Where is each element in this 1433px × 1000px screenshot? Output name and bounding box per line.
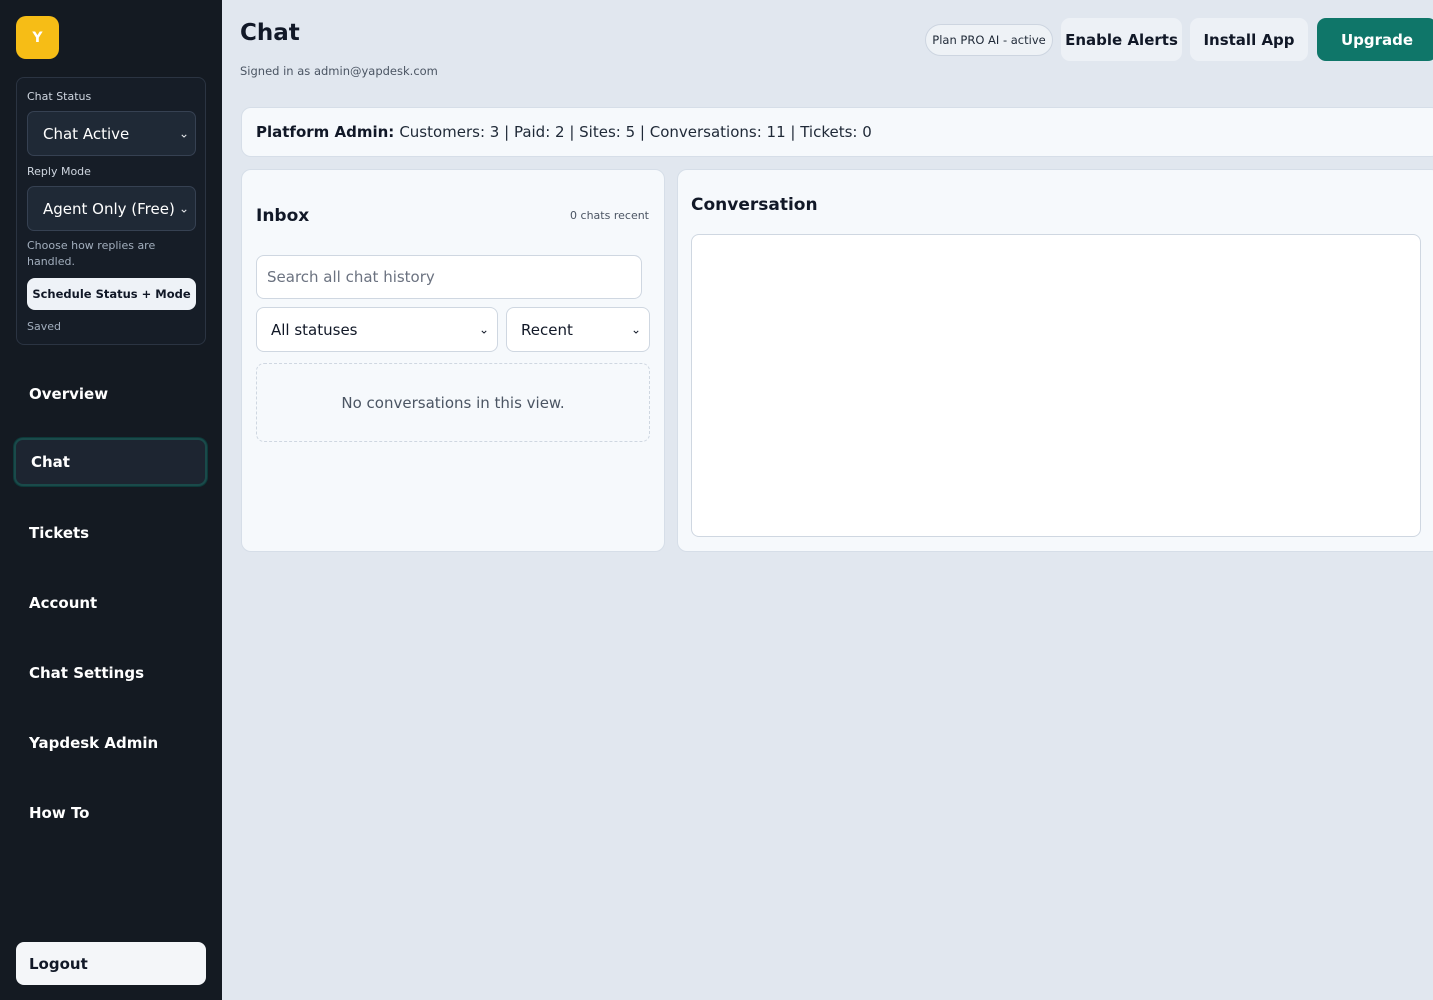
chevron-down-icon: ⌄ (178, 200, 189, 215)
install-app-button[interactable]: Install App (1190, 18, 1308, 61)
stats-text: Customers: 3 | Paid: 2 | Sites: 5 | Conv… (399, 123, 872, 141)
chevron-down-icon: ⌄ (478, 321, 489, 336)
chat-status-value: Chat Active (43, 124, 130, 143)
page-title: Chat (240, 20, 300, 46)
logout-button[interactable]: Logout (16, 942, 206, 985)
reply-mode-select[interactable]: Agent Only (Free) ⌄ (27, 186, 196, 231)
recent-chats-count: 0 chats recent (570, 209, 649, 222)
search-input[interactable] (256, 255, 642, 299)
status-filter-select[interactable]: All statuses ⌄ (256, 307, 498, 352)
sidebar-item-account[interactable]: Account (14, 579, 207, 627)
saved-status: Saved (27, 320, 61, 333)
sidebar-item-yapdesk-admin[interactable]: Yapdesk Admin (14, 719, 207, 767)
empty-inbox-message: No conversations in this view. (256, 363, 650, 442)
sort-filter-value: Recent (521, 320, 573, 339)
chat-status-card: Chat Status Chat Active ⌄ Reply Mode Age… (16, 77, 206, 345)
inbox-title: Inbox (256, 206, 310, 226)
chat-status-select[interactable]: Chat Active ⌄ (27, 111, 196, 156)
status-filter-value: All statuses (271, 320, 358, 339)
chat-status-label: Chat Status (27, 90, 92, 103)
upgrade-button[interactable]: Upgrade (1317, 18, 1433, 61)
schedule-status-button[interactable]: Schedule Status + Mode (27, 278, 196, 310)
sidebar-item-chat-settings[interactable]: Chat Settings (14, 649, 207, 697)
enable-alerts-button[interactable]: Enable Alerts (1061, 18, 1182, 61)
signed-in-text: Signed in as admin@yapdesk.com (240, 64, 438, 78)
sidebar-item-tickets[interactable]: Tickets (14, 509, 207, 557)
logo-letter: Y (32, 29, 43, 46)
sort-filter-select[interactable]: Recent ⌄ (506, 307, 650, 352)
sidebar-item-chat[interactable]: Chat (14, 438, 207, 486)
inbox-panel: Inbox 0 chats recent All statuses ⌄ Rece… (241, 169, 665, 552)
app-logo[interactable]: Y (16, 16, 59, 59)
stats-label: Platform Admin: (256, 123, 395, 141)
conversation-view[interactable] (691, 234, 1421, 537)
sidebar-item-overview[interactable]: Overview (14, 370, 207, 418)
conversation-title: Conversation (691, 195, 818, 215)
reply-mode-label: Reply Mode (27, 165, 91, 178)
reply-mode-help: Choose how replies are handled. (27, 239, 156, 268)
plan-badge: Plan PRO AI - active (925, 24, 1053, 56)
platform-admin-stats: Platform Admin: Customers: 3 | Paid: 2 |… (241, 107, 1433, 157)
reply-mode-value: Agent Only (Free) (43, 199, 175, 218)
sidebar: Y Chat Status Chat Active ⌄ Reply Mode A… (0, 0, 222, 1000)
empty-inbox-text: No conversations in this view. (341, 393, 565, 412)
conversation-panel: Conversation (677, 169, 1433, 552)
sidebar-item-how-to[interactable]: How To (14, 789, 207, 837)
chevron-down-icon: ⌄ (630, 321, 641, 336)
chevron-down-icon: ⌄ (178, 125, 189, 140)
